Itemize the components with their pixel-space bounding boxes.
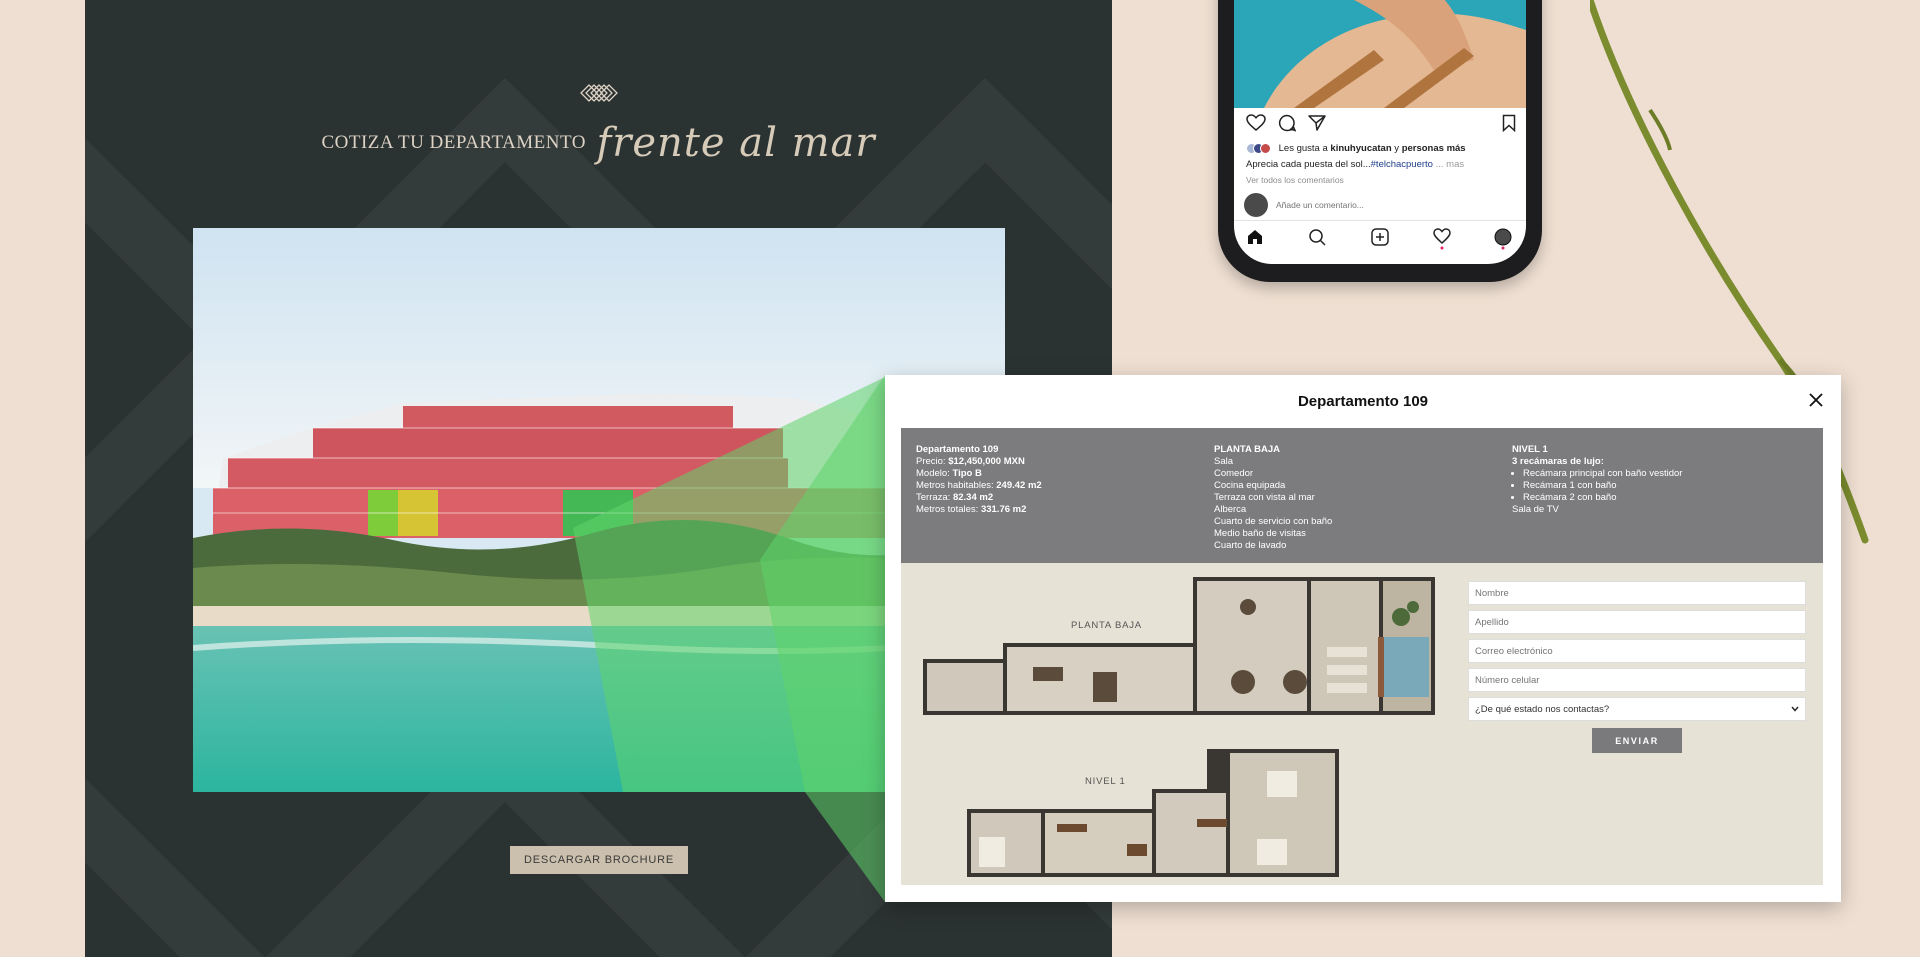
nivel1-subheading: 3 recámaras de lujo: [1512,456,1604,467]
level1-floor-plan[interactable] [967,749,1339,877]
apartment-detail-modal: Departamento 109 Departamento 109 Precio… [885,375,1841,902]
phone-field[interactable] [1468,668,1806,692]
add-post-icon[interactable] [1371,228,1389,246]
post-image[interactable] [1234,0,1526,108]
state-select-value: ¿De qué estado nos contactas? [1475,703,1610,715]
email-field[interactable] [1468,639,1806,663]
liker-avatars [1246,143,1272,154]
home-icon[interactable] [1246,228,1264,246]
planta-baja-heading: PLANTA BAJA [1214,444,1280,455]
plan-label-ground: PLANTA BAJA [1071,620,1142,631]
comment-icon[interactable] [1278,114,1296,132]
send-button[interactable]: ENVIAR [1592,728,1682,753]
likes-user[interactable]: kinuhyucatan [1330,143,1391,154]
total-label: Metros totales: [916,504,979,515]
nivel1-heading: NIVEL 1 [1512,444,1548,455]
nivel1-column: NIVEL 1 3 recámaras de lujo: Recámara pr… [1512,444,1682,516]
likes-line: Les gusta a kinuhyucatan y personas más [1246,143,1466,154]
terrace-value: 82.34 m2 [952,492,994,503]
last-name-field[interactable] [1468,610,1806,634]
profile-avatar-icon[interactable] [1494,228,1512,250]
planta-baja-column: PLANTA BAJA Sala Comedor Cocina equipada… [1214,444,1332,552]
post-actions-bar [1242,114,1518,134]
instagram-post: Les gusta a kinuhyucatan y personas más … [1234,0,1526,264]
post-caption: Aprecia cada puesta del sol...#telchacpu… [1246,159,1464,170]
state-select[interactable]: ¿De qué estado nos contactas? [1468,697,1806,721]
modal-title: Departamento 109 [1297,393,1429,410]
heart-icon[interactable] [1246,114,1266,132]
plan-label-level1: NIVEL 1 [1085,776,1126,787]
bedroom-list: Recámara principal con baño vestidor Rec… [1523,468,1682,504]
search-icon[interactable] [1308,228,1326,246]
list-item: Cocina equipada [1214,480,1286,491]
view-all-comments-link[interactable]: Ver todos los comentarios [1246,175,1344,185]
details-column: Departamento 109 Precio: $12,450,000 MXN… [916,444,1042,516]
caption-text: Aprecia cada puesta del sol... [1246,159,1371,170]
habitable-label: Metros habitables: [916,480,994,491]
model-value: Tipo B [952,468,982,479]
list-item: Cuarto de servicio con baño [1214,516,1333,527]
floor-plans-area: PLANTA BAJA NIVEL 1 ¿De qué estado nos c… [901,563,1823,885]
list-item: Cuarto de lavado [1214,540,1287,551]
first-name-field[interactable] [1468,581,1806,605]
caption-more-link[interactable]: ... mas [1436,159,1465,170]
share-icon[interactable] [1308,114,1326,132]
likes-prefix: Les gusta a [1278,143,1328,155]
close-icon[interactable] [1807,391,1825,409]
habitable-value: 249.42 m2 [996,480,1042,491]
list-item: Comedor [1214,468,1254,479]
model-label: Modelo: [916,468,950,479]
caption-hashtag[interactable]: #telchacpuerto [1371,159,1433,170]
price-label: Precio: [916,456,946,467]
bottom-tab-bar [1234,220,1526,252]
apartment-info-panel: Departamento 109 Precio: $12,450,000 MXN… [901,428,1823,563]
list-item: Recámara 1 con baño [1523,480,1682,492]
list-item: Sala [1214,456,1234,467]
contact-form: ¿De qué estado nos contactas? ENVIAR [1468,581,1806,753]
likes-connector: y [1394,143,1400,155]
chevron-down-icon [1791,706,1799,712]
nivel1-extra: Sala de TV [1512,504,1559,515]
ground-floor-plan[interactable] [923,577,1435,715]
list-item: Recámara principal con baño vestidor [1523,468,1682,480]
add-comment-row [1244,193,1476,217]
price-value: $12,450,000 MXN [948,456,1025,467]
details-name: Departamento 109 [916,444,999,455]
total-value: 331.76 m2 [980,504,1027,515]
likes-suffix[interactable]: personas más [1402,143,1466,154]
avatar [1244,193,1268,217]
activity-heart-icon[interactable] [1433,228,1451,250]
terrace-label: Terraza: [916,492,951,503]
list-item: Terraza con vista al mar [1214,492,1315,503]
smartphone-mockup: Les gusta a kinuhyucatan y personas más … [1218,0,1542,282]
list-item: Medio baño de visitas [1214,528,1306,539]
list-item: Recámara 2 con baño [1523,492,1682,504]
list-item: Alberca [1214,504,1247,515]
comment-input[interactable] [1276,200,1476,210]
bookmark-icon[interactable] [1502,114,1516,132]
